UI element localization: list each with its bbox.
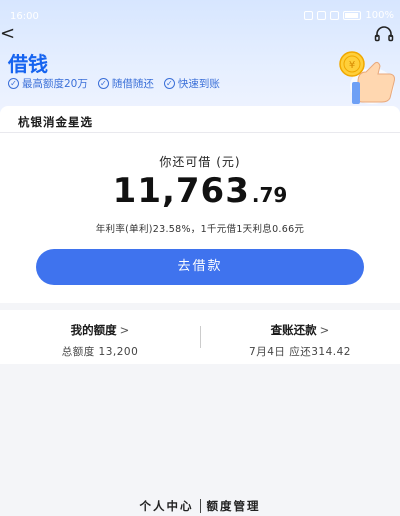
back-arrow-icon[interactable]: < <box>0 24 18 44</box>
status-time: 16:00 <box>10 11 39 22</box>
check-icon: ✓ <box>8 78 19 89</box>
chevron-right-icon: > <box>319 323 330 337</box>
bottom-nav: 个人中心 额度管理 <box>0 496 400 516</box>
feature-item: ✓ 随借随还 <box>97 76 154 91</box>
product-name: 杭银消金星选 <box>18 115 93 129</box>
status-icons: 100% <box>304 10 394 21</box>
product-header: 杭银消金星选 <box>0 106 400 132</box>
nav-quota-management[interactable]: 额度管理 <box>201 498 267 514</box>
loan-page: 16:00 100% < 借钱 ✓ 最高额度20万 ✓ 随借随还 ✓ 快速到账 <box>0 0 400 516</box>
bill-title: 查账还款 > <box>200 322 400 338</box>
interest-rate-text: 年利率(单利)23.58%，1千元借1天利息0.66元 <box>95 224 305 235</box>
bill-title-text: 查账还款 <box>270 323 317 337</box>
check-icon: ✓ <box>97 78 109 89</box>
chevron-right-icon: > <box>119 323 130 337</box>
feature-label: 最高额度20万 <box>22 78 88 90</box>
signal-icon <box>330 11 340 20</box>
quota-title-text: 我的额度 <box>70 323 117 337</box>
page-title: 借钱 <box>8 52 48 76</box>
bill-repay-link[interactable]: 查账还款 > 7月4日 应还314.42 <box>200 322 400 359</box>
nav-personal-center[interactable]: 个人中心 <box>134 498 200 514</box>
available-amount: 11,763.79 <box>0 171 400 211</box>
feature-list: ✓ 最高额度20万 ✓ 随借随还 ✓ 快速到账 <box>8 76 220 91</box>
feature-item: ✓ 最高额度20万 <box>8 76 88 91</box>
feature-item: ✓ 快速到账 <box>163 76 220 91</box>
borrow-button[interactable]: 去借款 <box>36 249 364 285</box>
available-label: 你还可借 (元) <box>159 155 241 169</box>
feature-label: 随借随还 <box>111 78 154 90</box>
battery-percent: 100% <box>365 10 394 21</box>
wifi-icon <box>317 11 327 20</box>
feature-label: 快速到账 <box>177 78 220 90</box>
thumbs-up-coin-illustration: ¥ <box>339 51 395 104</box>
quota-title: 我的额度 > <box>0 322 200 338</box>
credit-card-panel: 你还可借 (元) 11,763.79 年利率(单利)23.58%，1千元借1天利… <box>0 133 400 303</box>
amount-integer: 11,763 <box>112 171 250 211</box>
notification-icon <box>304 11 314 20</box>
status-bar: 16:00 100% <box>0 0 400 30</box>
svg-text:¥: ¥ <box>349 60 355 71</box>
quick-links: 我的额度 > 总额度 13,200 查账还款 > 7月4日 应还314.42 <box>0 310 400 364</box>
battery-icon <box>343 11 362 20</box>
my-quota-link[interactable]: 我的额度 > 总额度 13,200 <box>0 322 200 359</box>
bill-due: 7月4日 应还314.42 <box>249 346 351 358</box>
quota-total: 总额度 13,200 <box>61 346 139 358</box>
amount-decimal: .79 <box>251 183 288 207</box>
check-icon: ✓ <box>163 78 175 89</box>
